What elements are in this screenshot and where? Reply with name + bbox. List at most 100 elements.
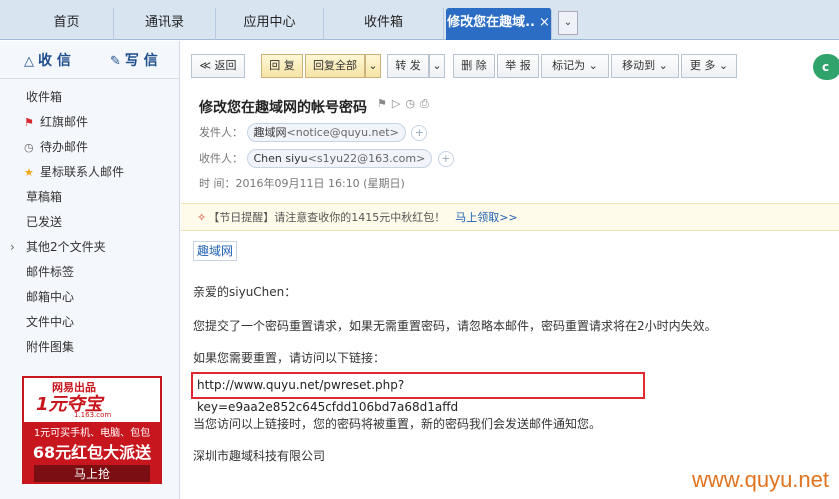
- recipient-label: 收件人：: [199, 152, 243, 165]
- forward-button[interactable]: 转 发: [387, 54, 429, 78]
- flag-icon[interactable]: ⚑: [377, 97, 392, 110]
- chevron-down-icon: ⌄: [588, 59, 598, 72]
- chevron-right-icon: ›: [10, 240, 15, 254]
- tab-home-label: 首页: [53, 15, 80, 30]
- tab-app-center[interactable]: 应用中心: [216, 8, 324, 40]
- reply-all-button[interactable]: 回复全部: [305, 54, 365, 78]
- reply-button[interactable]: 回 复: [261, 54, 303, 78]
- tab-contacts[interactable]: 通讯录: [114, 8, 216, 40]
- add-recipient-button[interactable]: +: [437, 151, 454, 167]
- chevron-down-icon: ⌄: [658, 59, 668, 72]
- body-paragraph-2: 如果您需要重置，请访问以下链接：: [193, 351, 386, 365]
- sidebar-item-label: 星标联系人邮件: [40, 165, 125, 179]
- time-label: 时 间：: [199, 177, 236, 190]
- promo-logo-area: 网易出品 1元夺宝 1.163.com: [24, 378, 160, 422]
- recipient-name: Chen siyu: [253, 152, 308, 165]
- brand-logo: 趣域网: [193, 241, 238, 261]
- holiday-notice-bar: ✧ 【节日提醒】请注意查收你的1415元中秋红包！ 马上领取>>: [181, 203, 839, 231]
- star-icon: ★: [24, 166, 34, 179]
- more-button[interactable]: 更 多 ⌄: [681, 54, 737, 78]
- sidebar-item-label: 文件中心: [26, 315, 75, 329]
- sidebar-item-starred[interactable]: ★ 星标联系人邮件: [0, 160, 179, 185]
- sidebar-item-drafts[interactable]: 草稿箱: [0, 185, 179, 210]
- sidebar-item-mailbox-center[interactable]: 邮箱中心: [0, 285, 179, 310]
- move-to-label: 移动到: [622, 59, 656, 72]
- body-paragraph-1: 您提交了一个密码重置请求，如果无需重置密码，请忽略本邮件，密码重置请求将在2小时…: [193, 319, 717, 333]
- watermark: www.quyu.net: [692, 467, 829, 492]
- sidebar-item-todo[interactable]: ◷ 待办邮件: [0, 135, 179, 160]
- sidebar-item-sent[interactable]: 已发送: [0, 210, 179, 235]
- recipient-row: 收件人： Chen siyu<s1yu22@163.com> +: [199, 149, 454, 168]
- email-time: 2016年09月11日 16:10 (星期日): [235, 177, 405, 190]
- write-mail-label: 写 信: [124, 53, 158, 69]
- greeting: 亲爱的siyuChen：: [193, 285, 297, 299]
- promo-grab-button[interactable]: 马上抢: [34, 465, 150, 482]
- tab-dropdown-button[interactable]: ⌄: [558, 11, 578, 35]
- time-row: 时 间：2016年09月11日 16:10 (星期日): [199, 175, 405, 191]
- report-button[interactable]: 举 报: [497, 54, 539, 78]
- sidebar-item-label: 邮箱中心: [26, 290, 75, 304]
- sidebar-item-label: 红旗邮件: [40, 115, 89, 129]
- subject-action-icons[interactable]: ⚑▷◷⎙: [377, 97, 434, 111]
- app-badge-icon[interactable]: c: [813, 54, 839, 80]
- reply-all-dropdown[interactable]: ⌄: [365, 54, 381, 78]
- tag-icon[interactable]: ▷: [392, 97, 405, 110]
- write-mail-button[interactable]: ✎ 写 信: [110, 50, 158, 70]
- sidebar-item-file-center[interactable]: 文件中心: [0, 310, 179, 335]
- mark-as-label: 标记为: [552, 59, 586, 72]
- forward-dropdown[interactable]: ⌄: [429, 54, 445, 78]
- top-tab-bar: 首页 通讯录 应用中心 收件箱 修改您在趣域.. × ⌄: [0, 0, 839, 40]
- sender-chip[interactable]: 趣域网<notice@quyu.net>: [246, 123, 406, 142]
- sender-label: 发件人：: [199, 126, 243, 139]
- sidebar-item-label: 草稿箱: [26, 190, 63, 204]
- promo-url: 1.163.com: [74, 411, 112, 419]
- inbox-icon: △: [24, 54, 34, 69]
- receive-mail-button[interactable]: △ 收 信: [24, 50, 71, 70]
- signature: 深圳市趣域科技有限公司: [193, 449, 326, 463]
- tab-contacts-label: 通讯录: [144, 15, 184, 30]
- sender-row: 发件人： 趣域网<notice@quyu.net> +: [199, 123, 428, 142]
- sidebar-item-label: 其他2个文件夹: [26, 240, 106, 254]
- tab-inbox-label: 收件箱: [363, 15, 403, 30]
- sidebar-item-inbox[interactable]: 收件箱: [0, 85, 179, 110]
- email-reader: ≪ 返回 回 复 回复全部 ⌄ 转 发 ⌄ 删 除 举 报 标记为 ⌄ 移动到 …: [181, 41, 839, 499]
- mark-as-button[interactable]: 标记为 ⌄: [541, 54, 609, 78]
- sidebar-item-label: 收件箱: [26, 90, 63, 104]
- tab-current-email-label: 修改您在趣域..: [447, 15, 535, 30]
- move-to-button[interactable]: 移动到 ⌄: [611, 54, 679, 78]
- tab-app-center-label: 应用中心: [243, 15, 296, 30]
- chevron-down-icon: ⌄: [718, 59, 729, 72]
- sender-name: 趣域网: [253, 126, 287, 139]
- add-sender-button[interactable]: +: [411, 125, 428, 141]
- gift-icon: ✧: [197, 211, 207, 224]
- tab-current-email[interactable]: 修改您在趣域.. ×: [446, 8, 552, 40]
- receive-mail-label: 收 信: [38, 53, 71, 69]
- promo-banner[interactable]: 网易出品 1元夺宝 1.163.com 1元可买手机、电脑、包包 68元红包大派…: [22, 376, 162, 484]
- promo-headline: 68元红包大派送: [32, 443, 152, 462]
- sidebar: △ 收 信 ✎ 写 信 收件箱 ⚑ 红旗邮件 ◷ 待办邮件 ★ 星标联系人邮件 草稿箱 已…: [0, 41, 180, 499]
- tab-inbox[interactable]: 收件箱: [324, 8, 444, 40]
- sidebar-item-flagged[interactable]: ⚑ 红旗邮件: [0, 110, 179, 135]
- body-paragraph-3: 当您访问以上链接时，您的密码将被重置，新的密码我们会发送邮件通知您。: [193, 417, 602, 431]
- claim-now-link[interactable]: 马上领取>>: [455, 211, 517, 224]
- sidebar-item-label: 邮件标签: [26, 265, 75, 279]
- sidebar-item-label: 待办邮件: [40, 140, 89, 154]
- sidebar-item-attachments[interactable]: 附件图集: [0, 335, 179, 360]
- print-icon[interactable]: ⎙: [420, 97, 434, 110]
- promo-text: 1元可买手机、电脑、包包: [33, 428, 151, 439]
- close-icon[interactable]: ×: [539, 15, 550, 30]
- notice-text: 【节日提醒】请注意查收你的1415元中秋红包！: [208, 211, 446, 224]
- clock-icon: ◷: [24, 141, 34, 154]
- folder-list: 收件箱 ⚑ 红旗邮件 ◷ 待办邮件 ★ 星标联系人邮件 草稿箱 已发送 › 其他2个文件…: [0, 79, 179, 360]
- recipient-chip[interactable]: Chen siyu<s1yu22@163.com>: [246, 149, 433, 168]
- sidebar-item-other-folders[interactable]: › 其他2个文件夹: [0, 235, 179, 260]
- compose-row: △ 收 信 ✎ 写 信: [0, 41, 179, 79]
- back-button[interactable]: ≪ 返回: [191, 54, 245, 78]
- tab-home[interactable]: 首页: [20, 8, 114, 40]
- delete-button[interactable]: 删 除: [453, 54, 495, 78]
- flag-icon: ⚑: [24, 116, 34, 129]
- sidebar-item-label: 附件图集: [26, 340, 75, 354]
- clock-icon[interactable]: ◷: [405, 97, 420, 110]
- sidebar-item-tags[interactable]: 邮件标签: [0, 260, 179, 285]
- reset-link[interactable]: http://www.quyu.net/pwreset.php?key=e9aa…: [191, 372, 645, 414]
